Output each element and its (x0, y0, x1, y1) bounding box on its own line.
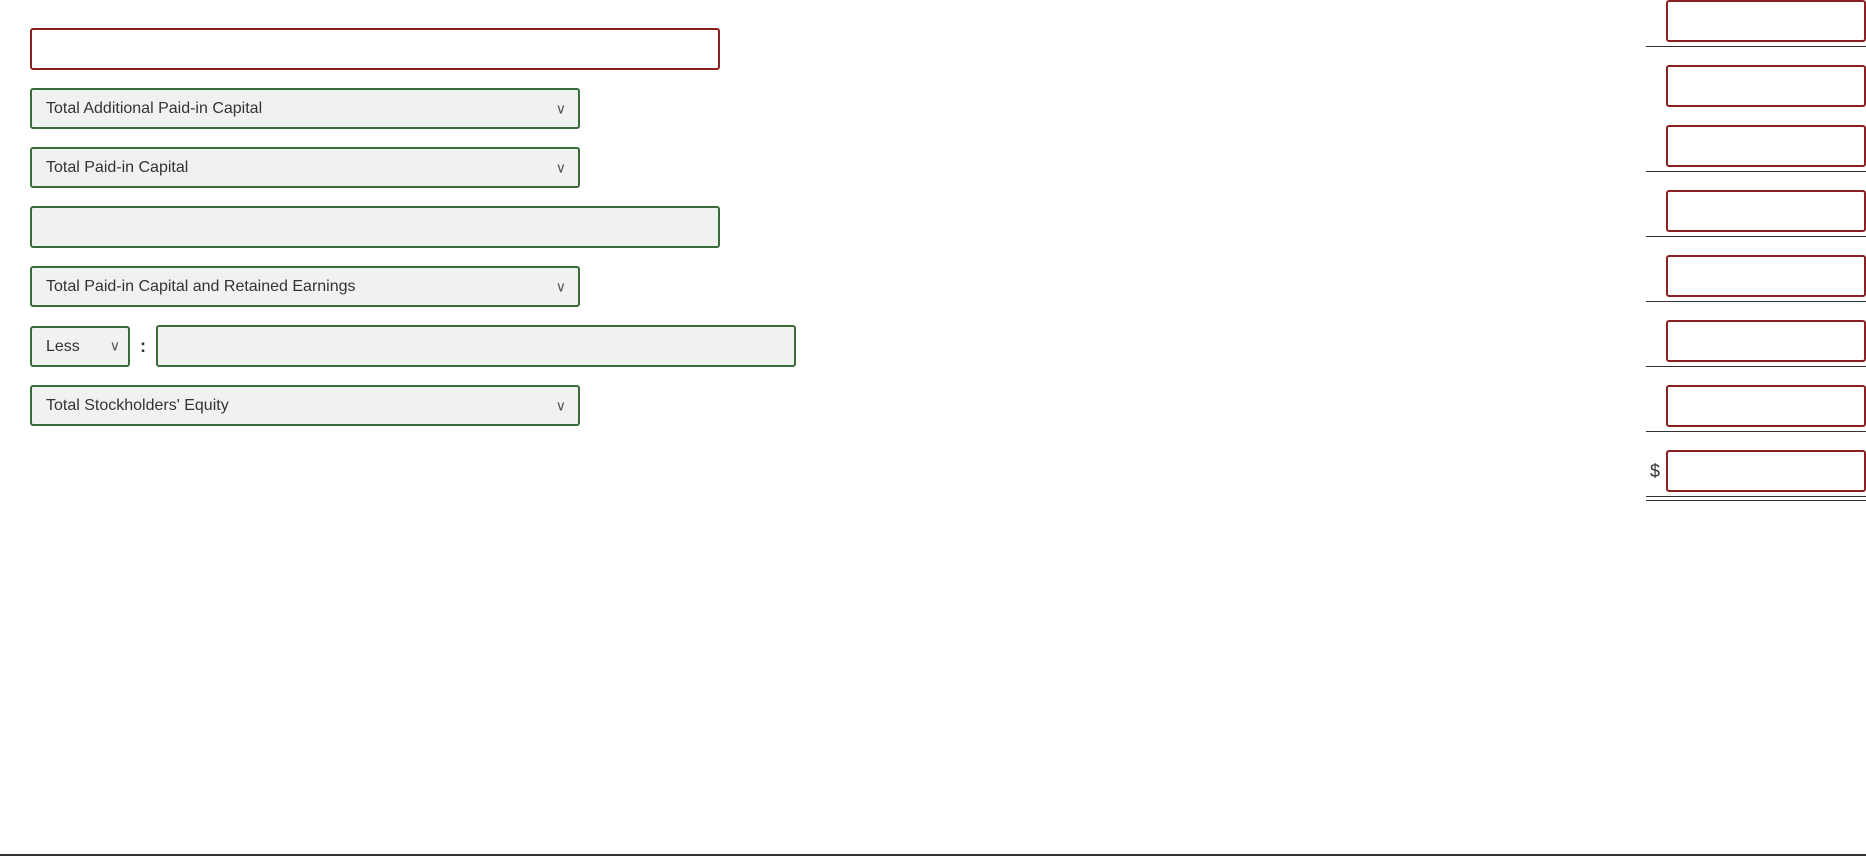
treasury-stock-value-row (1346, 385, 1866, 432)
total-paid-retained-underline (1646, 366, 1866, 367)
total-paid-in-capital-retained-earnings-wrapper: Total Paid-in Capital and Retained Earni… (30, 266, 580, 307)
double-underline-top (1646, 496, 1866, 497)
retained-earnings-value-input[interactable] (1666, 255, 1866, 297)
less-select-wrapper: Less (30, 326, 130, 367)
total-stockholders-value-row: $ (1650, 450, 1866, 492)
retained-earnings-value-row (1346, 255, 1866, 302)
double-underline-bottom (1646, 500, 1866, 501)
page-container: Common Stock Total Additional Paid-in Ca… (0, 0, 1866, 856)
treasury-stock-underline (1646, 431, 1866, 432)
top-underline (1646, 46, 1866, 47)
top-partial-value-input[interactable] (1666, 0, 1866, 42)
top-partial-row (30, 0, 890, 10)
additional-paid-in-value-row (1346, 125, 1866, 172)
total-stockholders-equity-row: Total Stockholders' Equity (30, 385, 890, 426)
total-paid-in-capital-select[interactable]: Total Paid-in Capital (30, 147, 580, 188)
total-paid-in-value-input[interactable] (1666, 190, 1866, 232)
additional-paid-in-value-input[interactable] (1666, 125, 1866, 167)
total-additional-paid-in-capital-select[interactable]: Total Additional Paid-in Capital (30, 88, 580, 129)
total-stockholders-value-input[interactable] (1666, 450, 1866, 492)
total-paid-in-capital-retained-earnings-row: Total Paid-in Capital and Retained Earni… (30, 266, 890, 307)
total-paid-retained-value-input[interactable] (1666, 320, 1866, 362)
total-additional-paid-in-capital-row: Total Additional Paid-in Capital (30, 88, 890, 129)
common-stock-input[interactable]: Common Stock (30, 28, 720, 70)
retained-earnings-underline (1646, 301, 1866, 302)
common-stock-value-input[interactable] (1666, 65, 1866, 107)
total-stockholders-equity-select[interactable]: Total Stockholders' Equity (30, 385, 580, 426)
total-paid-in-value-row (1346, 190, 1866, 237)
treasury-stock-value-input[interactable] (1666, 385, 1866, 427)
treasury-stock-row: Less : Treasury Stock (30, 325, 890, 367)
left-column: Common Stock Total Additional Paid-in Ca… (30, 0, 890, 444)
total-paid-in-capital-wrapper: Total Paid-in Capital (30, 147, 580, 188)
common-stock-value-row (1346, 65, 1866, 107)
additional-paid-in-underline (1646, 171, 1866, 172)
less-select[interactable]: Less (30, 326, 130, 367)
total-stockholders-equity-wrapper: Total Stockholders' Equity (30, 385, 580, 426)
total-paid-in-underline (1646, 236, 1866, 237)
common-stock-row: Common Stock (30, 28, 890, 70)
total-stockholders-value-section: $ (1346, 450, 1866, 501)
right-column: $ (1346, 0, 1866, 501)
total-paid-in-capital-row: Total Paid-in Capital (30, 147, 890, 188)
colon-label: : (140, 336, 146, 357)
total-additional-paid-in-capital-wrapper: Total Additional Paid-in Capital (30, 88, 580, 129)
top-partial-value-row (1346, 0, 1866, 47)
total-paid-retained-value-row (1346, 320, 1866, 367)
total-paid-in-capital-retained-earnings-select[interactable]: Total Paid-in Capital and Retained Earni… (30, 266, 580, 307)
retained-earnings-row: Retained Earnings (30, 206, 890, 248)
dollar-sign-label: $ (1650, 461, 1660, 482)
retained-earnings-input[interactable]: Retained Earnings (30, 206, 720, 248)
treasury-stock-input[interactable]: Treasury Stock (156, 325, 796, 367)
